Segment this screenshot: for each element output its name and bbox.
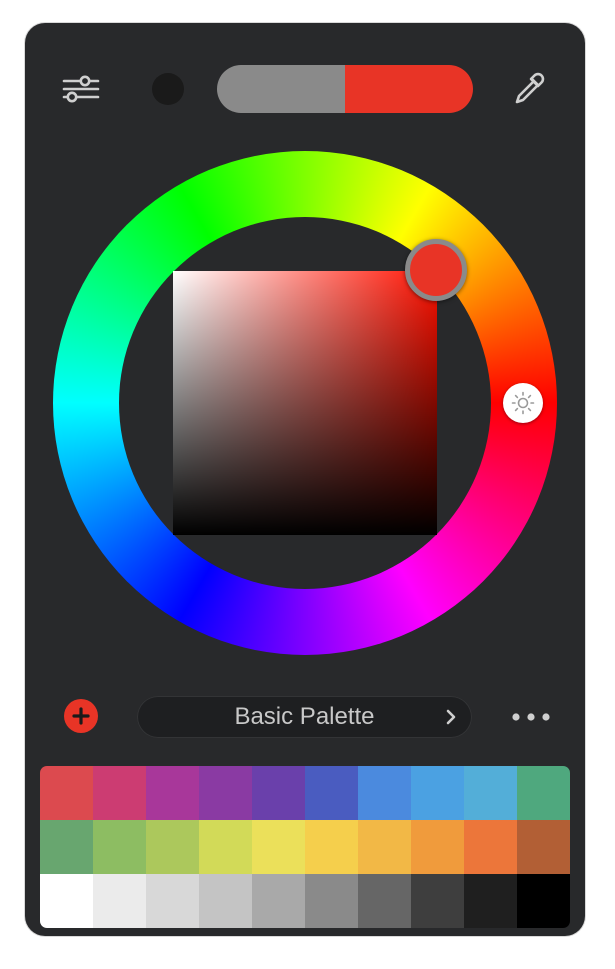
palette-swatch[interactable]: [40, 766, 93, 820]
palette-swatch[interactable]: [517, 766, 570, 820]
sun-icon: [511, 391, 535, 415]
palette-swatch[interactable]: [252, 874, 305, 928]
sliders-icon[interactable]: [59, 69, 103, 109]
palette-swatch[interactable]: [411, 820, 464, 874]
palette-swatch[interactable]: [40, 874, 93, 928]
color-picker-panel: Basic Palette: [25, 23, 585, 936]
palette-swatch[interactable]: [93, 820, 146, 874]
add-swatch-button[interactable]: [64, 699, 98, 733]
palette-swatch[interactable]: [93, 766, 146, 820]
brush-color-indicator[interactable]: [152, 73, 184, 105]
palette-swatch[interactable]: [464, 820, 517, 874]
palette-name: Basic Palette: [234, 703, 375, 730]
palette-swatch[interactable]: [358, 874, 411, 928]
palette-swatch[interactable]: [146, 874, 199, 928]
palette-swatch[interactable]: [358, 766, 411, 820]
palette-swatch[interactable]: [464, 874, 517, 928]
current-color-swatch: [345, 65, 473, 113]
palette-swatch[interactable]: [40, 820, 93, 874]
more-dots-icon[interactable]: [503, 703, 559, 731]
saturation-brightness-square[interactable]: [173, 271, 437, 535]
palette-swatch[interactable]: [411, 766, 464, 820]
palette-swatch[interactable]: [411, 874, 464, 928]
palette-swatch[interactable]: [146, 766, 199, 820]
palette-swatch[interactable]: [199, 766, 252, 820]
palette-swatch[interactable]: [305, 820, 358, 874]
eyedropper-icon[interactable]: [506, 69, 550, 109]
brightness-knob[interactable]: [503, 383, 543, 423]
palette-swatch[interactable]: [517, 820, 570, 874]
hue-selector-knob[interactable]: [405, 239, 467, 301]
palette-swatch[interactable]: [464, 766, 517, 820]
chevron-right-icon: [444, 708, 458, 731]
palette-swatch[interactable]: [517, 874, 570, 928]
plus-icon: [72, 707, 90, 725]
palette-swatch[interactable]: [305, 766, 358, 820]
palette-swatch[interactable]: [252, 766, 305, 820]
palette-selector[interactable]: Basic Palette: [137, 696, 472, 738]
palette-swatch[interactable]: [146, 820, 199, 874]
previous-color-swatch[interactable]: [217, 65, 345, 113]
palette-swatch[interactable]: [305, 874, 358, 928]
color-compare-bar[interactable]: [217, 65, 473, 113]
palette-swatch[interactable]: [93, 874, 146, 928]
palette-swatch[interactable]: [199, 874, 252, 928]
palette-swatch[interactable]: [358, 820, 411, 874]
palette-swatch[interactable]: [199, 820, 252, 874]
palette-swatch[interactable]: [252, 820, 305, 874]
palette-swatch-grid: [40, 766, 570, 928]
